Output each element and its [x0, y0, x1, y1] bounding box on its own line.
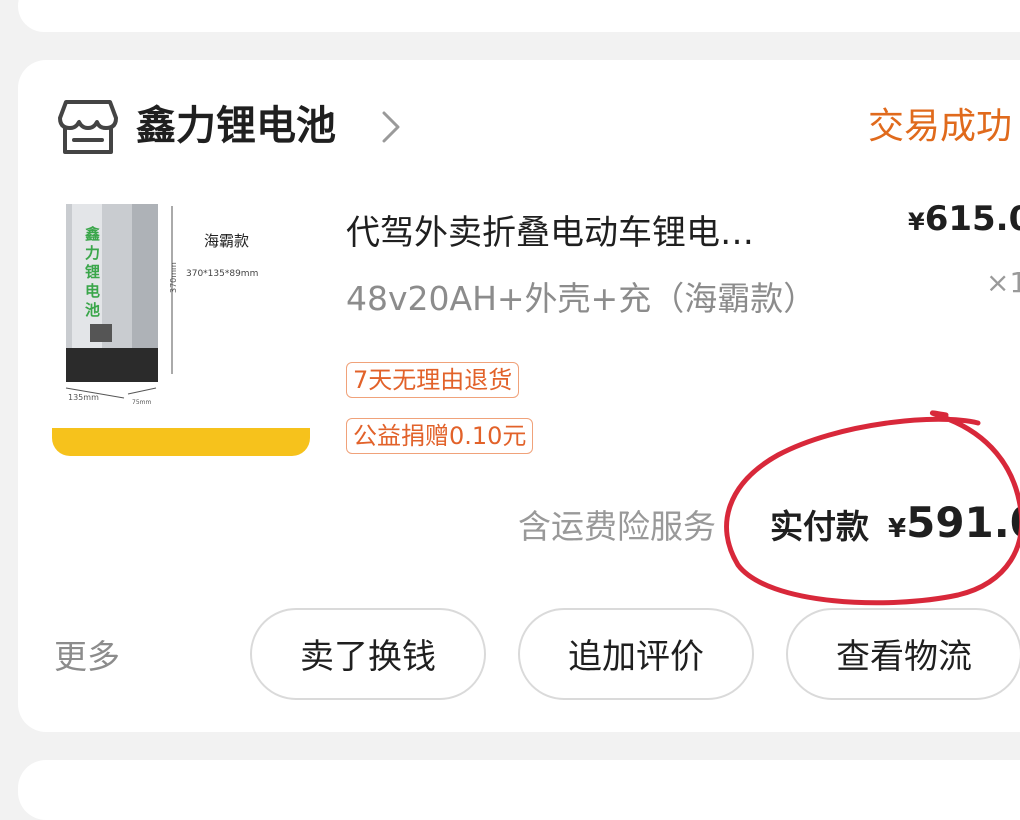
shipping-insurance-note: 含运费险服务 — [518, 507, 716, 546]
unit-price-value: 615.00 — [924, 199, 1020, 239]
battery-brand-text: 鑫力锂电池 — [83, 225, 101, 321]
more-link[interactable]: 更多 — [54, 632, 120, 682]
next-order-card — [18, 760, 1020, 820]
model-text: 海霸款 — [204, 232, 249, 250]
view-logistics-button[interactable]: 查看物流 — [786, 608, 1020, 700]
tag-charity-donation[interactable]: 公益捐赠0.10元 — [346, 418, 534, 454]
paid-amount: ¥591.00 — [888, 492, 1020, 560]
dimensions-text: 370*135*89mm — [186, 269, 258, 279]
order-card: 鑫力锂电池 交易成功 鑫力锂电池 370mm 135mm 75mm 海霸款 37… — [18, 60, 1020, 732]
product-image[interactable]: 鑫力锂电池 370mm 135mm 75mm 海霸款 370*135*89mm — [52, 198, 310, 456]
height-label: 370mm — [169, 262, 178, 293]
previous-order-card — [18, 0, 1020, 32]
order-status: 交易成功 — [868, 106, 1013, 147]
depth-label: 75mm — [132, 399, 151, 406]
product-spec: 48v20AH+外壳+充（海霸款） — [346, 279, 817, 318]
unit-price-currency: ¥ — [908, 208, 925, 236]
paid-currency: ¥ — [888, 514, 907, 544]
shop-icon[interactable] — [56, 98, 120, 158]
unit-price: ¥615.00 — [908, 194, 1020, 247]
paid-amount-value: 591.00 — [906, 498, 1020, 547]
chevron-right-icon[interactable] — [378, 108, 404, 146]
product-title[interactable]: 代驾外卖折叠电动车锂电… — [346, 208, 754, 258]
tag-return-policy: 7天无理由退货 — [346, 362, 520, 398]
sell-for-cash-button[interactable]: 卖了换钱 — [250, 608, 486, 700]
quantity: ×1 — [986, 266, 1020, 299]
paid-label: 实付款 — [770, 507, 869, 546]
width-label: 135mm — [68, 393, 99, 402]
shop-name[interactable]: 鑫力锂电池 — [136, 98, 336, 154]
add-review-button[interactable]: 追加评价 — [518, 608, 754, 700]
